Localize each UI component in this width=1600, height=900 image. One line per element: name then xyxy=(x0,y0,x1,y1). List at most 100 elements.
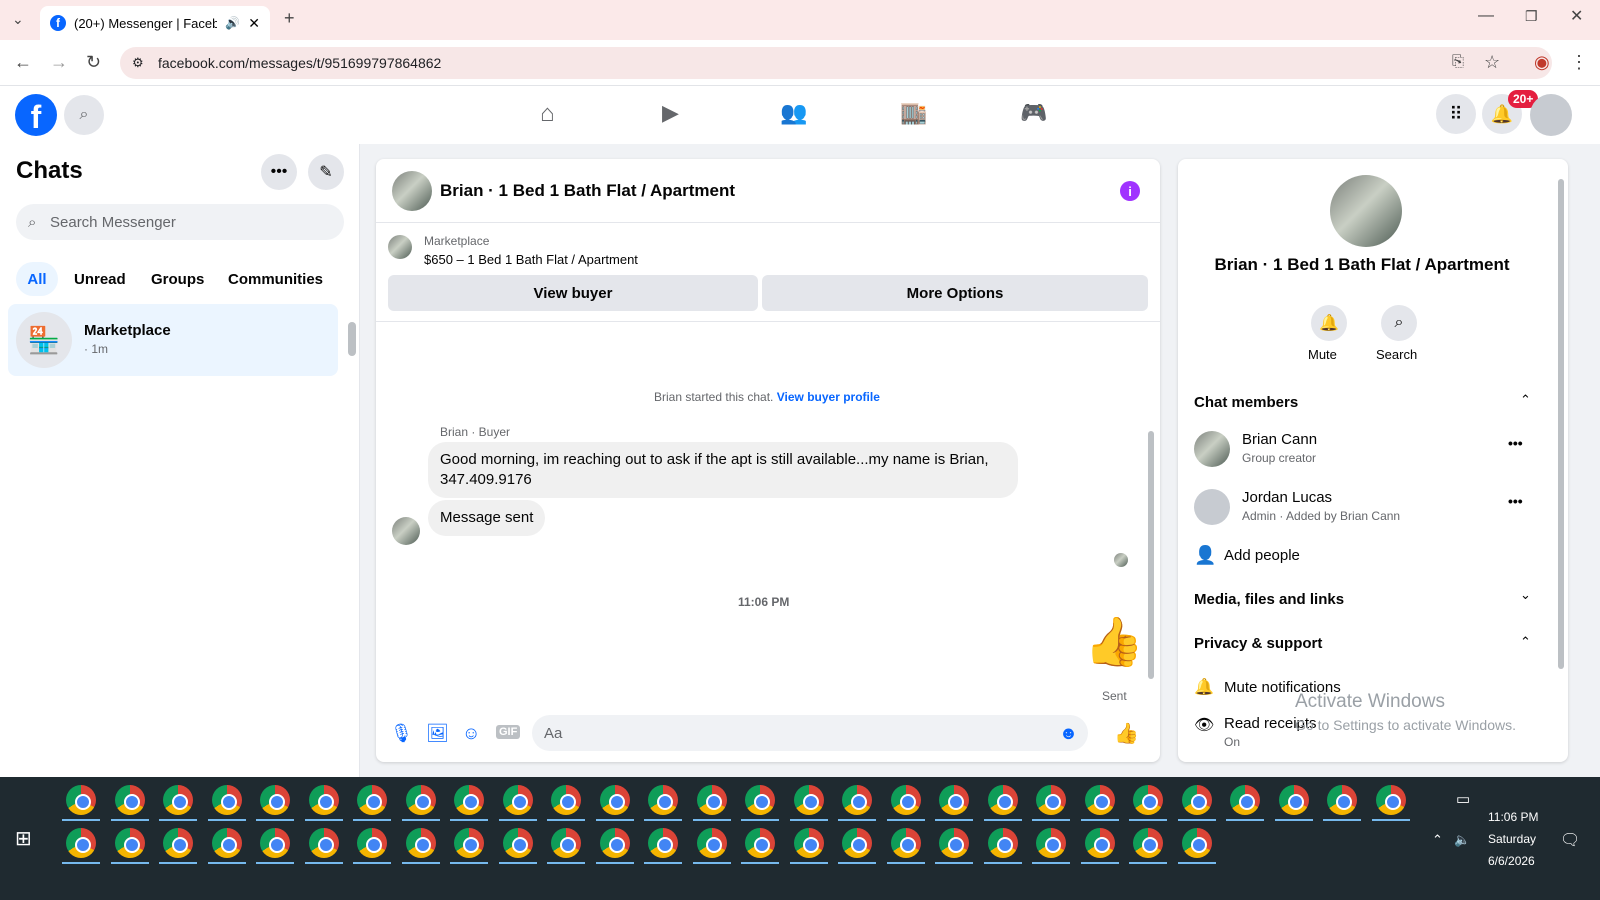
home-icon[interactable]: ⌂ xyxy=(540,100,555,128)
like-button-icon[interactable]: 👍 xyxy=(1114,721,1139,746)
chrome-taskbar-icon[interactable] xyxy=(551,785,581,815)
emoji-icon[interactable]: ☻ xyxy=(1059,723,1078,744)
chrome-taskbar-icon[interactable] xyxy=(1036,828,1066,858)
add-person-icon[interactable]: 👤 xyxy=(1194,545,1216,566)
chrome-taskbar-icon[interactable] xyxy=(1133,785,1163,815)
filter-communities[interactable]: Communities xyxy=(228,271,323,288)
add-people-label[interactable]: Add people xyxy=(1224,547,1300,564)
mute-bell-icon[interactable]: 🔔 xyxy=(1311,305,1347,341)
message-composer-input[interactable]: Aa ☻ xyxy=(532,715,1088,751)
gaming-icon[interactable]: 🎮 xyxy=(1020,100,1047,126)
member-avatar[interactable] xyxy=(1194,431,1230,467)
tab-close-icon[interactable]: ✕ xyxy=(248,15,260,32)
chrome-taskbar-icon[interactable] xyxy=(793,828,824,858)
chrome-taskbar-icon[interactable] xyxy=(987,828,1018,858)
chrome-taskbar-icon[interactable] xyxy=(260,785,290,815)
view-buyer-profile-link[interactable]: View buyer profile xyxy=(777,390,880,404)
chrome-taskbar-icon[interactable] xyxy=(696,785,727,815)
video-icon[interactable]: ▶ xyxy=(662,100,679,126)
chrome-taskbar-icon[interactable] xyxy=(163,785,193,815)
volume-icon[interactable]: 🔈 xyxy=(1454,832,1470,848)
chrome-taskbar-icon[interactable] xyxy=(599,828,630,858)
conversation-scrollbar[interactable] xyxy=(1148,431,1154,679)
thumbs-up-sticker-icon[interactable]: 👍 xyxy=(1084,619,1144,667)
search-messenger-input[interactable]: ⌕ Search Messenger xyxy=(16,204,344,240)
member-avatar[interactable] xyxy=(1194,489,1230,525)
microphone-icon[interactable]: 🎙 xyxy=(390,723,413,744)
chrome-taskbar-icon[interactable] xyxy=(1181,828,1212,858)
new-tab-icon[interactable]: + xyxy=(284,9,295,27)
chrome-taskbar-icon[interactable] xyxy=(987,785,1018,815)
chrome-taskbar-icon[interactable] xyxy=(357,785,387,815)
chrome-taskbar-icon[interactable] xyxy=(114,785,145,815)
chrome-taskbar-icon[interactable] xyxy=(890,828,921,858)
chrome-taskbar-icon[interactable] xyxy=(502,828,533,858)
chrome-taskbar-icon[interactable] xyxy=(745,828,775,858)
back-icon[interactable]: ← xyxy=(14,53,32,71)
image-icon[interactable]: 🖼 xyxy=(426,723,449,744)
chrome-taskbar-icon[interactable] xyxy=(1181,785,1212,815)
browser-tab[interactable]: f (20+) Messenger | Facebook 🔊 ✕ xyxy=(40,6,270,40)
account-avatar-icon[interactable] xyxy=(1530,94,1572,136)
member-name[interactable]: Jordan Lucas xyxy=(1242,489,1332,506)
clock-date[interactable]: 6/6/2026 xyxy=(1488,854,1535,868)
chrome-taskbar-icon[interactable] xyxy=(1084,785,1115,815)
chrome-taskbar-icon[interactable] xyxy=(211,785,242,815)
chrome-taskbar-icon[interactable] xyxy=(454,785,484,815)
chrome-taskbar-icon[interactable] xyxy=(793,785,824,815)
chevron-up-icon[interactable]: ⌃ xyxy=(1520,634,1531,650)
chrome-taskbar-icon[interactable] xyxy=(696,828,727,858)
chevron-up-icon[interactable]: ⌃ xyxy=(1520,392,1531,408)
bookmark-star-icon[interactable]: ☆ xyxy=(1484,53,1500,71)
marketplace-icon[interactable]: 🏬 xyxy=(900,100,927,126)
address-bar[interactable]: ⚙ facebook.com/messages/t/95169979786486… xyxy=(120,47,1552,79)
chrome-taskbar-icon[interactable] xyxy=(260,828,290,858)
chrome-taskbar-icon[interactable] xyxy=(114,828,145,858)
chat-list-item[interactable]: 🏪 Marketplace · 1m xyxy=(8,304,338,376)
info-avatar[interactable] xyxy=(1330,175,1402,247)
conversation-avatar[interactable] xyxy=(392,171,432,211)
chrome-taskbar-icon[interactable] xyxy=(454,828,484,858)
reload-icon[interactable]: ↻ xyxy=(86,53,101,71)
view-buyer-button[interactable]: View buyer xyxy=(388,275,758,311)
chrome-taskbar-icon[interactable] xyxy=(211,828,242,858)
chrome-taskbar-icon[interactable] xyxy=(745,785,775,815)
minimize-icon[interactable]: — xyxy=(1478,8,1494,24)
info-scrollbar[interactable] xyxy=(1558,179,1564,669)
more-options-button[interactable]: More Options xyxy=(762,275,1148,311)
chrome-taskbar-icon[interactable] xyxy=(890,785,921,815)
sidebar-scrollbar[interactable] xyxy=(348,322,356,356)
profile-icon[interactable]: ◉ xyxy=(1534,53,1550,71)
search-icon[interactable]: ⌕ xyxy=(1381,305,1417,341)
chrome-taskbar-icon[interactable] xyxy=(842,828,872,858)
chrome-taskbar-icon[interactable] xyxy=(405,785,436,815)
chrome-taskbar-icon[interactable] xyxy=(1278,785,1309,815)
chrome-taskbar-icon[interactable] xyxy=(163,828,193,858)
facebook-logo-icon[interactable]: f xyxy=(15,94,57,136)
chrome-taskbar-icon[interactable] xyxy=(648,828,678,858)
filter-all[interactable]: All xyxy=(16,262,58,296)
chrome-taskbar-icon[interactable] xyxy=(551,828,581,858)
privacy-support-header[interactable]: Privacy & support xyxy=(1194,635,1322,652)
tab-list-chevron-icon[interactable]: ⌄ xyxy=(12,12,24,26)
member-name[interactable]: Brian Cann xyxy=(1242,431,1317,448)
filter-groups[interactable]: Groups xyxy=(151,271,204,288)
install-icon[interactable]: ⎘ xyxy=(1452,54,1464,69)
chrome-taskbar-icon[interactable] xyxy=(1230,785,1260,815)
chrome-taskbar-icon[interactable] xyxy=(1375,785,1406,815)
more-options-icon[interactable]: ••• xyxy=(261,154,297,190)
conversation-title[interactable]: Brian · 1 Bed 1 Bath Flat / Apartment xyxy=(440,181,735,201)
chrome-taskbar-icon[interactable] xyxy=(599,785,630,815)
chrome-taskbar-icon[interactable] xyxy=(405,828,436,858)
chrome-taskbar-icon[interactable] xyxy=(308,785,339,815)
member-more-icon[interactable]: ••• xyxy=(1508,435,1523,451)
chrome-taskbar-icon[interactable] xyxy=(648,785,678,815)
filter-unread[interactable]: Unread xyxy=(74,271,126,288)
chrome-taskbar-icon[interactable] xyxy=(66,828,96,858)
sticker-icon[interactable]: ☺ xyxy=(462,723,480,744)
site-info-icon[interactable]: ⚙ xyxy=(132,55,144,71)
tray-chevron-icon[interactable]: ⌃ xyxy=(1432,832,1443,848)
chrome-taskbar-icon[interactable] xyxy=(1327,785,1357,815)
member-more-icon[interactable]: ••• xyxy=(1508,493,1523,509)
sender-avatar[interactable] xyxy=(392,517,420,545)
